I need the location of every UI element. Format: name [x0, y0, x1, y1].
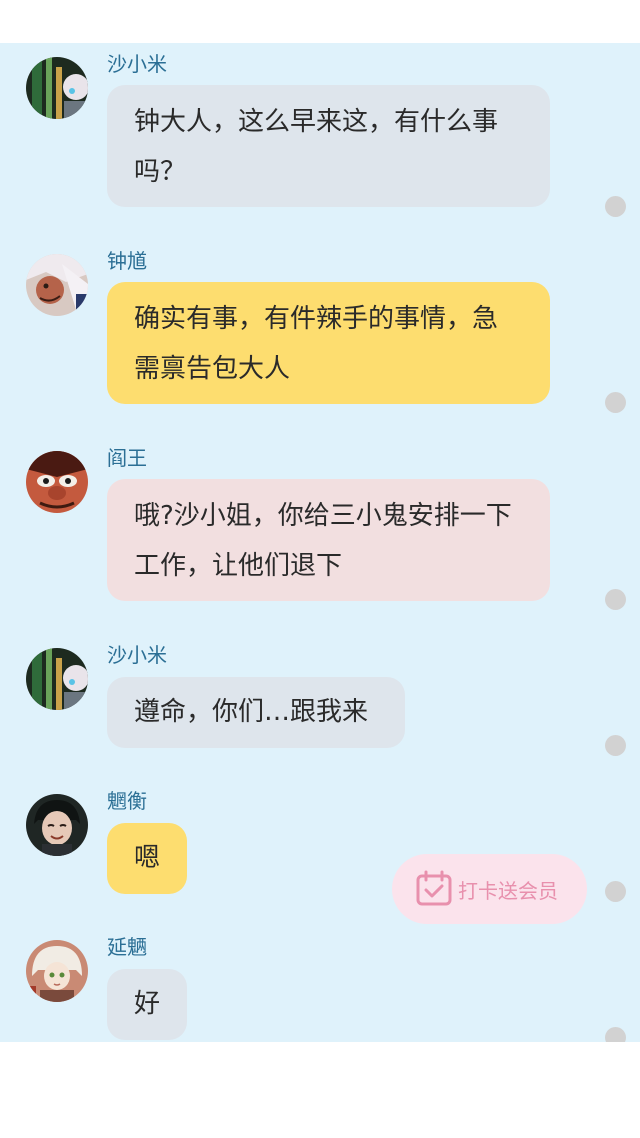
- sender-name: 阎王: [107, 446, 147, 470]
- message-bubble[interactable]: 遵命，你们…跟我来: [107, 677, 405, 748]
- message-bubble[interactable]: 好: [107, 969, 187, 1040]
- yan-liang-avatar[interactable]: [26, 940, 88, 1002]
- message-bubble[interactable]: 钟大人，这么早来这，有什么事吗？: [107, 85, 550, 207]
- checkin-promo-button[interactable]: 打卡送会员: [392, 854, 587, 924]
- sha-xiaomi-avatar[interactable]: [26, 648, 88, 710]
- read-status-dot: [605, 1027, 626, 1042]
- read-status-dot: [605, 735, 626, 756]
- sender-name: 魍衡: [107, 789, 147, 813]
- sender-name: 钟馗: [107, 249, 147, 273]
- message-bubble[interactable]: 哦?沙小姐，你给三小鬼安排一下工作，让他们退下: [107, 479, 550, 601]
- calendar-check-icon: [414, 869, 454, 909]
- read-status-dot: [605, 196, 626, 217]
- sender-name: 延魉: [107, 935, 147, 959]
- sha-xiaomi-avatar[interactable]: [26, 57, 88, 119]
- promo-label: 打卡送会员: [458, 878, 558, 903]
- read-status-dot: [605, 881, 626, 902]
- chat-area[interactable]: 沙小米 钟大人，这么早来这，有什么事吗？ 钟馗 确实有事，有件辣手的事情，急需禀…: [0, 43, 640, 1042]
- wang-heng-avatar[interactable]: [26, 794, 88, 856]
- sender-name: 沙小米: [107, 643, 167, 667]
- message-bubble[interactable]: 嗯: [107, 823, 187, 894]
- zhong-kui-avatar[interactable]: [26, 254, 88, 316]
- message-bubble[interactable]: 确实有事，有件辣手的事情，急需禀告包大人: [107, 282, 550, 404]
- yan-wang-avatar[interactable]: [26, 451, 88, 513]
- read-status-dot: [605, 392, 626, 413]
- read-status-dot: [605, 589, 626, 610]
- sender-name: 沙小米: [107, 52, 167, 76]
